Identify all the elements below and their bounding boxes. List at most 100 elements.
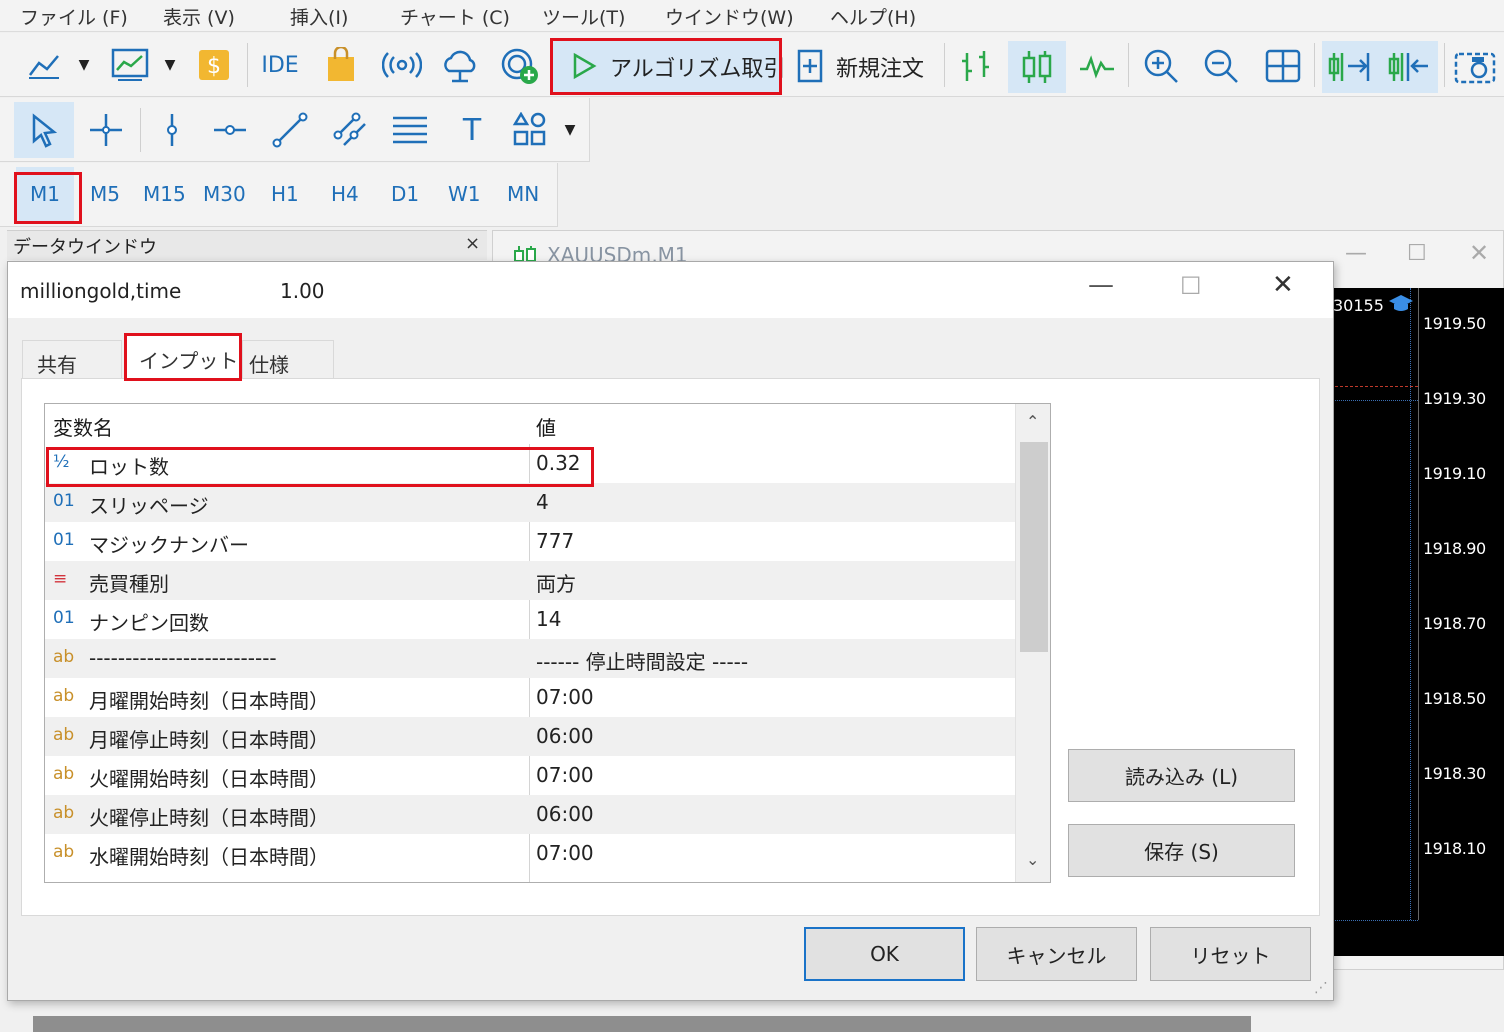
trendline-icon[interactable] xyxy=(270,110,310,150)
price-label: 1918.50 xyxy=(1423,689,1486,708)
table-row[interactable]: ab 火曜停止時刻（日本時間） 06:00 xyxy=(45,795,1015,834)
dollar-icon[interactable]: $ xyxy=(196,47,232,83)
minimize-icon[interactable]: — xyxy=(1345,241,1367,266)
load-button[interactable]: 読み込み (L) xyxy=(1068,749,1295,802)
param-value[interactable]: 06:00 xyxy=(536,724,594,748)
timeframe-h1[interactable]: H1 xyxy=(271,182,299,206)
param-value[interactable]: 14 xyxy=(536,607,561,631)
line-chart-icon[interactable] xyxy=(1076,49,1118,83)
new-order-button[interactable]: 新規注文 xyxy=(836,51,924,83)
table-row[interactable]: ab 月曜開始時刻（日本時間） 07:00 xyxy=(45,678,1015,717)
table-row[interactable]: ≡ 売買種別 両方 xyxy=(45,561,1015,600)
timeframe-d1[interactable]: D1 xyxy=(391,182,419,206)
toolbar-separator xyxy=(1128,43,1129,87)
text-icon[interactable]: T xyxy=(452,110,492,150)
param-type-icon: ab xyxy=(53,686,75,706)
horizontal-line-icon[interactable] xyxy=(210,110,250,150)
maximize-icon[interactable]: ☐ xyxy=(1180,272,1202,300)
menu-tools[interactable]: ツール(T) xyxy=(542,3,625,30)
price-line xyxy=(1330,386,1418,387)
param-value[interactable]: 06:00 xyxy=(536,802,594,826)
menu-file[interactable]: ファイル (F) xyxy=(20,3,128,30)
param-value[interactable]: 両方 xyxy=(536,568,576,597)
param-value[interactable]: 777 xyxy=(536,529,574,553)
scroll-up-icon[interactable]: ⌃ xyxy=(1026,412,1039,431)
scrollbar[interactable]: ⌃ ⌄ xyxy=(1015,404,1050,882)
chevron-down-icon[interactable]: ▼ xyxy=(560,120,580,140)
toolbar-separator xyxy=(1314,43,1315,87)
fibonacci-icon[interactable] xyxy=(390,110,430,150)
ide-button[interactable]: IDE xyxy=(258,47,302,83)
vertical-line-icon[interactable] xyxy=(152,110,192,150)
scrollbar-thumb[interactable] xyxy=(1020,442,1048,652)
zoom-in-icon[interactable] xyxy=(1140,47,1182,85)
market-bag-icon[interactable] xyxy=(322,45,360,85)
param-value[interactable]: ------ 停止時間設定 ----- xyxy=(536,646,748,675)
table-row[interactable]: 01 マジックナンバー 777 xyxy=(45,522,1015,561)
cloud-icon[interactable] xyxy=(438,47,482,85)
timeframe-h4[interactable]: H4 xyxy=(331,182,359,206)
timeframe-w1[interactable]: W1 xyxy=(448,182,481,206)
timeframe-mn[interactable]: MN xyxy=(507,182,539,206)
minimize-icon[interactable]: — xyxy=(1088,270,1114,300)
chart-type-icon[interactable] xyxy=(24,47,64,83)
table-row[interactable]: 01 スリッページ 4 xyxy=(45,483,1015,522)
param-type-icon: 01 xyxy=(53,530,75,550)
param-name: -------------------------- xyxy=(89,646,277,670)
tab-common[interactable]: 共有 xyxy=(22,340,122,380)
crosshair-icon[interactable] xyxy=(86,110,126,150)
highlight-lot-row xyxy=(46,447,594,487)
param-value[interactable]: 4 xyxy=(536,490,549,514)
table-row[interactable]: ab 火曜開始時刻（日本時間） 07:00 xyxy=(45,756,1015,795)
save-button[interactable]: 保存 (S) xyxy=(1068,824,1295,877)
reset-button[interactable]: リセット xyxy=(1150,927,1311,981)
new-order-icon[interactable] xyxy=(794,47,826,85)
menu-insert[interactable]: 挿入(I) xyxy=(290,3,348,30)
timeframe-m15[interactable]: M15 xyxy=(143,182,186,206)
timeframe-m5[interactable]: M5 xyxy=(90,182,120,206)
cursor-icon[interactable] xyxy=(24,110,64,150)
timeframe-m30[interactable]: M30 xyxy=(203,182,246,206)
param-type-icon: ab xyxy=(53,647,75,667)
column-header-name[interactable]: 変数名 xyxy=(53,412,113,441)
channel-icon[interactable] xyxy=(330,110,370,150)
autoscroll-icon[interactable] xyxy=(1326,47,1374,87)
vps-icon[interactable] xyxy=(498,45,542,87)
chart-shift-icon[interactable] xyxy=(1386,47,1434,87)
menu-help[interactable]: ヘルプ(H) xyxy=(830,3,916,30)
maximize-icon[interactable]: ☐ xyxy=(1407,241,1427,266)
zoom-out-icon[interactable] xyxy=(1200,47,1242,85)
table-row[interactable]: ab 月曜停止時刻（日本時間） 06:00 xyxy=(45,717,1015,756)
scroll-down-icon[interactable]: ⌄ xyxy=(1026,850,1039,869)
table-row[interactable]: 01 ナンピン回数 14 xyxy=(45,600,1015,639)
shapes-icon[interactable] xyxy=(510,110,550,150)
param-value[interactable]: 07:00 xyxy=(536,685,594,709)
param-name: 売買種別 xyxy=(89,572,169,596)
close-icon[interactable]: × xyxy=(465,233,480,254)
bar-chart-icon[interactable] xyxy=(956,47,996,85)
tile-windows-icon[interactable] xyxy=(1262,47,1304,85)
signals-icon[interactable] xyxy=(380,47,424,83)
menu-window[interactable]: ウインドウ(W) xyxy=(665,3,794,30)
candlestick-icon[interactable] xyxy=(1016,47,1058,87)
tab-specs[interactable]: 仕様 xyxy=(242,340,334,380)
menu-chart[interactable]: チャート (C) xyxy=(400,3,510,30)
resize-grip-icon[interactable]: ⋰ xyxy=(1314,980,1328,996)
chevron-down-icon[interactable]: ▼ xyxy=(160,55,180,75)
column-header-value[interactable]: 値 xyxy=(536,412,556,441)
screenshot-icon[interactable] xyxy=(1452,45,1498,87)
close-icon[interactable]: ✕ xyxy=(1469,239,1489,267)
table-row[interactable]: ab -------------------------- ------ 停止時間設… xyxy=(45,639,1015,678)
template-icon[interactable] xyxy=(108,45,152,85)
price-label: 1919.10 xyxy=(1423,464,1486,483)
cancel-button[interactable]: キャンセル xyxy=(976,927,1137,981)
param-value[interactable]: 07:00 xyxy=(536,841,594,865)
price-axis-line xyxy=(1418,288,1419,920)
table-row[interactable]: ab 水曜開始時刻（日本時間） 07:00 xyxy=(45,834,1015,873)
chevron-down-icon[interactable]: ▼ xyxy=(74,55,94,75)
param-name: 火曜停止時刻（日本時間） xyxy=(89,806,329,830)
param-value[interactable]: 07:00 xyxy=(536,763,594,787)
menu-view[interactable]: 表示 (V) xyxy=(163,3,235,30)
ok-button[interactable]: OK xyxy=(804,927,965,981)
close-icon[interactable]: ✕ xyxy=(1272,270,1294,300)
